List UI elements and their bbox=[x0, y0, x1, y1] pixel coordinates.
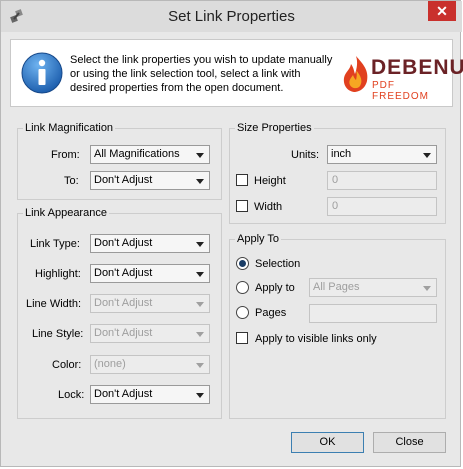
selection-radio[interactable] bbox=[236, 257, 249, 270]
info-icon bbox=[21, 52, 63, 94]
link-type-label: Link Type: bbox=[30, 238, 80, 250]
line-width-label: Line Width: bbox=[26, 298, 82, 310]
color-label: Color: bbox=[52, 359, 82, 371]
chevron-down-icon bbox=[196, 393, 204, 398]
close-button[interactable]: Close bbox=[373, 432, 446, 453]
height-input-value: 0 bbox=[332, 174, 339, 186]
chevron-down-icon bbox=[196, 242, 204, 247]
highlight-value: Don't Adjust bbox=[94, 267, 153, 279]
link-type-select[interactable]: Don't Adjust bbox=[90, 234, 210, 253]
window-close-button[interactable]: ✕ bbox=[428, 1, 456, 21]
chevron-down-icon bbox=[196, 332, 204, 337]
color-select[interactable]: (none) bbox=[90, 355, 210, 374]
height-label: Height bbox=[254, 175, 286, 187]
visible-links-checkbox[interactable] bbox=[236, 332, 248, 344]
pages-label: Pages bbox=[255, 307, 287, 319]
units-select[interactable]: inch bbox=[327, 145, 437, 164]
line-width-value: Don't Adjust bbox=[94, 297, 153, 309]
to-select[interactable]: Don't Adjust bbox=[90, 171, 210, 190]
pages-radio[interactable] bbox=[236, 306, 249, 319]
line-style-label: Line Style: bbox=[32, 328, 84, 340]
to-label: To: bbox=[64, 175, 79, 187]
from-label: From: bbox=[51, 149, 80, 161]
lock-select[interactable]: Don't Adjust bbox=[90, 385, 210, 404]
flame-logo-icon bbox=[341, 54, 371, 97]
link-type-value: Don't Adjust bbox=[94, 237, 153, 249]
units-label: Units: bbox=[291, 149, 320, 161]
line-style-select[interactable]: Don't Adjust bbox=[90, 324, 210, 343]
pages-scope-value: All Pages bbox=[313, 281, 360, 293]
info-banner: Select the link properties you wish to u… bbox=[10, 39, 463, 107]
line-width-select[interactable]: Don't Adjust bbox=[90, 294, 210, 313]
logo-tagline: PDF FREEDOM bbox=[372, 80, 429, 102]
width-label: Width bbox=[254, 201, 283, 213]
lock-label: Lock: bbox=[58, 389, 85, 401]
chevron-down-icon bbox=[196, 179, 204, 184]
from-select-value: All Magnifications bbox=[94, 148, 180, 160]
chevron-down-icon bbox=[196, 153, 204, 158]
apply-to-radio[interactable] bbox=[236, 281, 249, 294]
banner-description: Select the link properties you wish to u… bbox=[70, 54, 333, 94]
logo-name: DEBENU bbox=[371, 56, 463, 79]
color-value: (none) bbox=[94, 358, 126, 370]
height-checkbox[interactable] bbox=[236, 174, 248, 186]
width-input-value: 0 bbox=[332, 200, 339, 212]
chevron-down-icon bbox=[196, 302, 204, 307]
dialog-window: Set Link Properties ✕ Select the link pr… bbox=[0, 0, 463, 467]
selection-label: Selection bbox=[255, 258, 301, 270]
chevron-down-icon bbox=[196, 363, 204, 368]
size-properties-title: Size Properties bbox=[235, 122, 314, 134]
to-select-value: Don't Adjust bbox=[94, 174, 153, 186]
apply-to-label: Apply to bbox=[255, 282, 295, 294]
apply-to-title: Apply To bbox=[235, 233, 281, 245]
units-value: inch bbox=[331, 148, 352, 160]
width-checkbox[interactable] bbox=[236, 200, 248, 212]
link-appearance-title: Link Appearance bbox=[23, 207, 109, 219]
pages-scope-select[interactable]: All Pages bbox=[309, 278, 437, 297]
debenu-logo: DEBENU PDF FREEDOM bbox=[341, 52, 463, 102]
ok-button[interactable]: OK bbox=[291, 432, 364, 453]
lock-value: Don't Adjust bbox=[94, 388, 153, 400]
chevron-down-icon bbox=[196, 272, 204, 277]
width-input[interactable]: 0 bbox=[327, 197, 437, 216]
window-title: Set Link Properties bbox=[168, 8, 295, 25]
highlight-label: Highlight: bbox=[35, 268, 81, 280]
title-bar: Set Link Properties ✕ bbox=[1, 1, 462, 32]
visible-links-label: Apply to visible links only bbox=[255, 333, 377, 345]
pages-input[interactable] bbox=[309, 304, 437, 323]
chevron-down-icon bbox=[423, 286, 431, 291]
chevron-down-icon bbox=[423, 153, 431, 158]
highlight-select[interactable]: Don't Adjust bbox=[90, 264, 210, 283]
height-input[interactable]: 0 bbox=[327, 171, 437, 190]
line-style-value: Don't Adjust bbox=[94, 327, 153, 339]
from-select[interactable]: All Magnifications bbox=[90, 145, 210, 164]
link-magnification-title: Link Magnification bbox=[23, 122, 116, 134]
